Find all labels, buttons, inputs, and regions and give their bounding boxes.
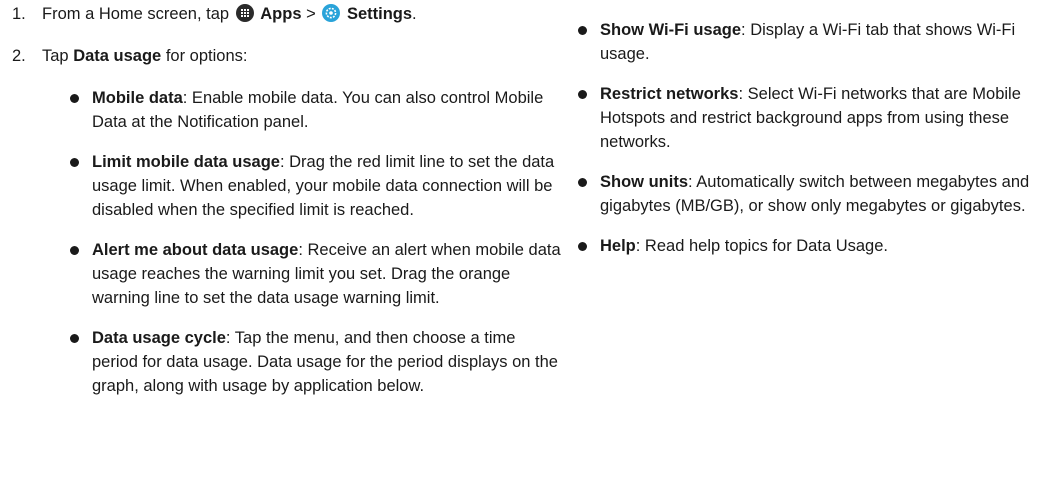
bullet-icon <box>578 90 587 99</box>
data-usage-label: Data usage <box>73 47 162 65</box>
item-term: Help <box>600 237 636 255</box>
list-item: Show Wi-Fi usage: Display a Wi-Fi tab th… <box>578 18 1040 66</box>
left-bullet-list: Mobile data: Enable mobile data. You can… <box>12 86 561 398</box>
right-column: Show Wi-Fi usage: Display a Wi-Fi tab th… <box>578 18 1048 274</box>
item-term: Alert me about data usage <box>92 241 299 259</box>
list-item: Restrict networks: Select Wi-Fi networks… <box>578 82 1040 154</box>
step-number: 1. <box>12 5 26 23</box>
step-number: 2. <box>12 47 26 65</box>
settings-label: Settings <box>346 5 413 23</box>
bullet-icon <box>70 94 79 103</box>
item-term: Mobile data <box>92 89 183 107</box>
item-term: Limit mobile data usage <box>92 153 280 171</box>
step-text: Tap <box>42 47 69 65</box>
bullet-icon <box>70 334 79 343</box>
item-term: Data usage cycle <box>92 329 226 347</box>
step-text-post: for options: <box>161 47 248 65</box>
apps-label: Apps <box>260 5 302 23</box>
apps-grid-icon <box>235 4 254 22</box>
bullet-icon <box>578 242 587 251</box>
step-1: 1. From a Home screen, tap Apps > Settin… <box>12 2 532 26</box>
list-item: Limit mobile data usage: Drag the red li… <box>70 150 562 222</box>
list-item: Help: Read help topics for Data Usage. <box>578 234 1040 258</box>
list-item: Alert me about data usage: Receive an al… <box>70 238 562 310</box>
breadcrumb-separator: > <box>306 5 316 23</box>
item-desc: : Read help topics for Data Usage. <box>635 237 888 255</box>
bullet-icon <box>70 158 79 167</box>
left-column: 1. From a Home screen, tap Apps > Settin… <box>12 2 561 414</box>
settings-gear-icon <box>322 4 341 22</box>
step-text: From a Home screen, tap <box>42 5 230 23</box>
item-term: Show units <box>600 173 688 191</box>
item-term: Show Wi-Fi usage <box>600 21 742 39</box>
list-item: Data usage cycle: Tap the menu, and then… <box>70 326 562 398</box>
bullet-icon <box>70 246 79 255</box>
item-term: Restrict networks <box>600 85 739 103</box>
bullet-icon <box>578 178 587 187</box>
list-item: Mobile data: Enable mobile data. You can… <box>70 86 562 134</box>
bullet-icon <box>578 26 587 35</box>
step-punct: . <box>412 5 417 23</box>
right-bullet-list: Show Wi-Fi usage: Display a Wi-Fi tab th… <box>578 18 1048 258</box>
step-2: 2. Tap Data usage for options: <box>12 44 532 68</box>
list-item: Show units: Automatically switch between… <box>578 170 1040 218</box>
